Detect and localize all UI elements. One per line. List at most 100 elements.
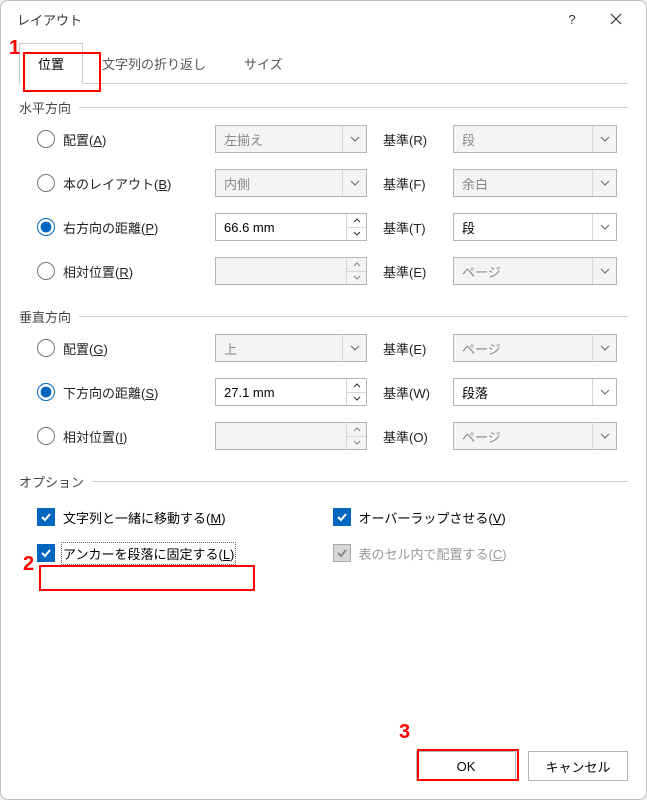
label-v-abs-ref: 基準(W) <box>367 383 453 402</box>
ok-button[interactable]: OK <box>416 751 516 781</box>
spinner-down-icon[interactable] <box>347 437 366 450</box>
spinner-up-icon[interactable] <box>347 423 366 437</box>
label-v-rel-ref: 基準(O) <box>367 427 453 446</box>
select-v-alignment[interactable]: 上 <box>215 334 367 362</box>
option-allow-overlap[interactable]: オーバーラップさせる(V) <box>333 508 629 527</box>
label-v-alignment: 配置(G) <box>63 339 108 358</box>
label-move-with-text: 文字列と一緒に移動する(M) <box>63 508 226 527</box>
radio-h-book[interactable] <box>37 174 55 192</box>
check-icon <box>40 511 52 523</box>
spinner-down-icon[interactable] <box>347 272 366 285</box>
label-h-rel-ref: 基準(E) <box>367 262 453 281</box>
dialog-title: レイアウト <box>9 10 550 29</box>
chevron-down-icon <box>342 335 366 361</box>
row-v-alignment: 配置(G) 上 基準(E) ページ <box>19 326 628 370</box>
radio-h-relative[interactable] <box>37 262 55 280</box>
titlebar: レイアウト ? <box>1 1 646 37</box>
radio-v-alignment[interactable] <box>37 339 55 357</box>
checkbox-allow-overlap[interactable] <box>333 508 351 526</box>
label-v-align-ref: 基準(E) <box>367 339 453 358</box>
select-h-alignment[interactable]: 左揃え <box>215 125 367 153</box>
tab-underline <box>19 83 628 84</box>
row-h-relative: 相対位置(R) 基準(E) ページ <box>19 249 628 293</box>
label-h-abs-ref: 基準(T) <box>367 218 453 237</box>
select-h-book[interactable]: 内側 <box>215 169 367 197</box>
select-h-align-ref[interactable]: 段 <box>453 125 617 153</box>
group-options: オプション 文字列と一緒に移動する(M) オーバーラップさせる(V) ア <box>19 472 628 571</box>
label-h-align-ref: 基準(R) <box>367 130 453 149</box>
chevron-down-icon <box>342 126 366 152</box>
spinner-v-absolute[interactable]: 27.1 mm <box>215 378 367 406</box>
spinner-down-icon[interactable] <box>347 228 366 241</box>
label-h-absolute: 右方向の距離(P) <box>63 218 158 237</box>
radio-h-alignment[interactable] <box>37 130 55 148</box>
row-h-book: 本のレイアウト(B) 内側 基準(F) 余白 <box>19 161 628 205</box>
chevron-down-icon <box>342 170 366 196</box>
label-v-relative: 相対位置(I) <box>63 427 127 446</box>
chevron-down-icon <box>592 214 616 240</box>
callout-2: 2 <box>23 553 34 576</box>
row-h-alignment: 配置(A) 左揃え 基準(R) 段 <box>19 117 628 161</box>
cancel-button[interactable]: キャンセル <box>528 751 628 781</box>
checkbox-layout-in-cell <box>333 544 351 562</box>
option-lock-anchor[interactable]: アンカーを段落に固定する(L) <box>37 544 333 563</box>
spinner-down-icon[interactable] <box>347 393 366 406</box>
checkbox-move-with-text[interactable] <box>37 508 55 526</box>
spinner-up-icon[interactable] <box>347 214 366 228</box>
label-layout-in-cell: 表のセル内で配置する(C) <box>359 544 507 563</box>
spinner-up-icon[interactable] <box>347 379 366 393</box>
check-icon <box>336 511 348 523</box>
chevron-down-icon <box>592 170 616 196</box>
dialog-footer: OK キャンセル <box>416 751 628 781</box>
select-h-rel-ref[interactable]: ページ <box>453 257 617 285</box>
label-h-alignment: 配置(A) <box>63 130 106 149</box>
row-v-absolute: 下方向の距離(S) 27.1 mm 基準(W) 段落 <box>19 370 628 414</box>
radio-h-absolute[interactable] <box>37 218 55 236</box>
close-icon <box>610 13 622 25</box>
option-layout-in-cell: 表のセル内で配置する(C) <box>333 544 629 563</box>
label-h-relative: 相対位置(R) <box>63 262 133 281</box>
tab-size[interactable]: サイズ <box>225 43 302 83</box>
chevron-down-icon <box>592 335 616 361</box>
chevron-down-icon <box>592 126 616 152</box>
radio-v-relative[interactable] <box>37 427 55 445</box>
spinner-up-icon[interactable] <box>347 258 366 272</box>
label-h-book-ref: 基準(F) <box>367 174 453 193</box>
checkbox-lock-anchor[interactable] <box>37 544 55 562</box>
select-v-abs-ref[interactable]: 段落 <box>453 378 617 406</box>
radio-v-absolute[interactable] <box>37 383 55 401</box>
option-move-with-text[interactable]: 文字列と一緒に移動する(M) <box>37 508 333 527</box>
select-v-align-ref[interactable]: ページ <box>453 334 617 362</box>
select-h-book-ref[interactable]: 余白 <box>453 169 617 197</box>
select-h-abs-ref[interactable]: 段 <box>453 213 617 241</box>
row-v-relative: 相対位置(I) 基準(O) ページ <box>19 414 628 458</box>
callout-1: 1 <box>9 37 20 60</box>
label-lock-anchor: アンカーを段落に固定する(L) <box>63 544 234 563</box>
group-vertical: 垂直方向 配置(G) 上 基準(E) ページ 下方向の距離(S) 27.1 mm… <box>19 307 628 458</box>
chevron-down-icon <box>592 379 616 405</box>
label-h-book: 本のレイアウト(B) <box>63 174 171 193</box>
label-allow-overlap: オーバーラップさせる(V) <box>359 508 506 527</box>
check-icon <box>336 547 348 559</box>
dialog-content: 位置 文字列の折り返し サイズ 水平方向 配置(A) 左揃え 基準(R) 段 本… <box>1 37 646 571</box>
group-horizontal: 水平方向 配置(A) 左揃え 基準(R) 段 本のレイアウト(B) 内側 基準(… <box>19 98 628 293</box>
spinner-v-relative[interactable] <box>215 422 367 450</box>
row-h-absolute: 右方向の距離(P) 66.6 mm 基準(T) 段 <box>19 205 628 249</box>
spinner-h-absolute[interactable]: 66.6 mm <box>215 213 367 241</box>
spinner-h-relative[interactable] <box>215 257 367 285</box>
chevron-down-icon <box>592 423 616 449</box>
label-v-absolute: 下方向の距離(S) <box>63 383 158 402</box>
tab-position[interactable]: 位置 <box>19 43 83 84</box>
tab-bar: 位置 文字列の折り返し サイズ <box>19 43 628 84</box>
tab-text-wrap[interactable]: 文字列の折り返し <box>83 43 225 83</box>
chevron-down-icon <box>592 258 616 284</box>
layout-dialog: 1 2 3 レイアウト ? 位置 文字列の折り返し サイズ 水平方向 配置(A)… <box>0 0 647 800</box>
group-options-title: オプション <box>19 472 628 491</box>
check-icon <box>40 547 52 559</box>
group-horizontal-title: 水平方向 <box>19 98 628 117</box>
select-v-rel-ref[interactable]: ページ <box>453 422 617 450</box>
callout-3: 3 <box>399 721 410 744</box>
help-button[interactable]: ? <box>550 4 594 34</box>
close-button[interactable] <box>594 4 638 34</box>
group-vertical-title: 垂直方向 <box>19 307 628 326</box>
